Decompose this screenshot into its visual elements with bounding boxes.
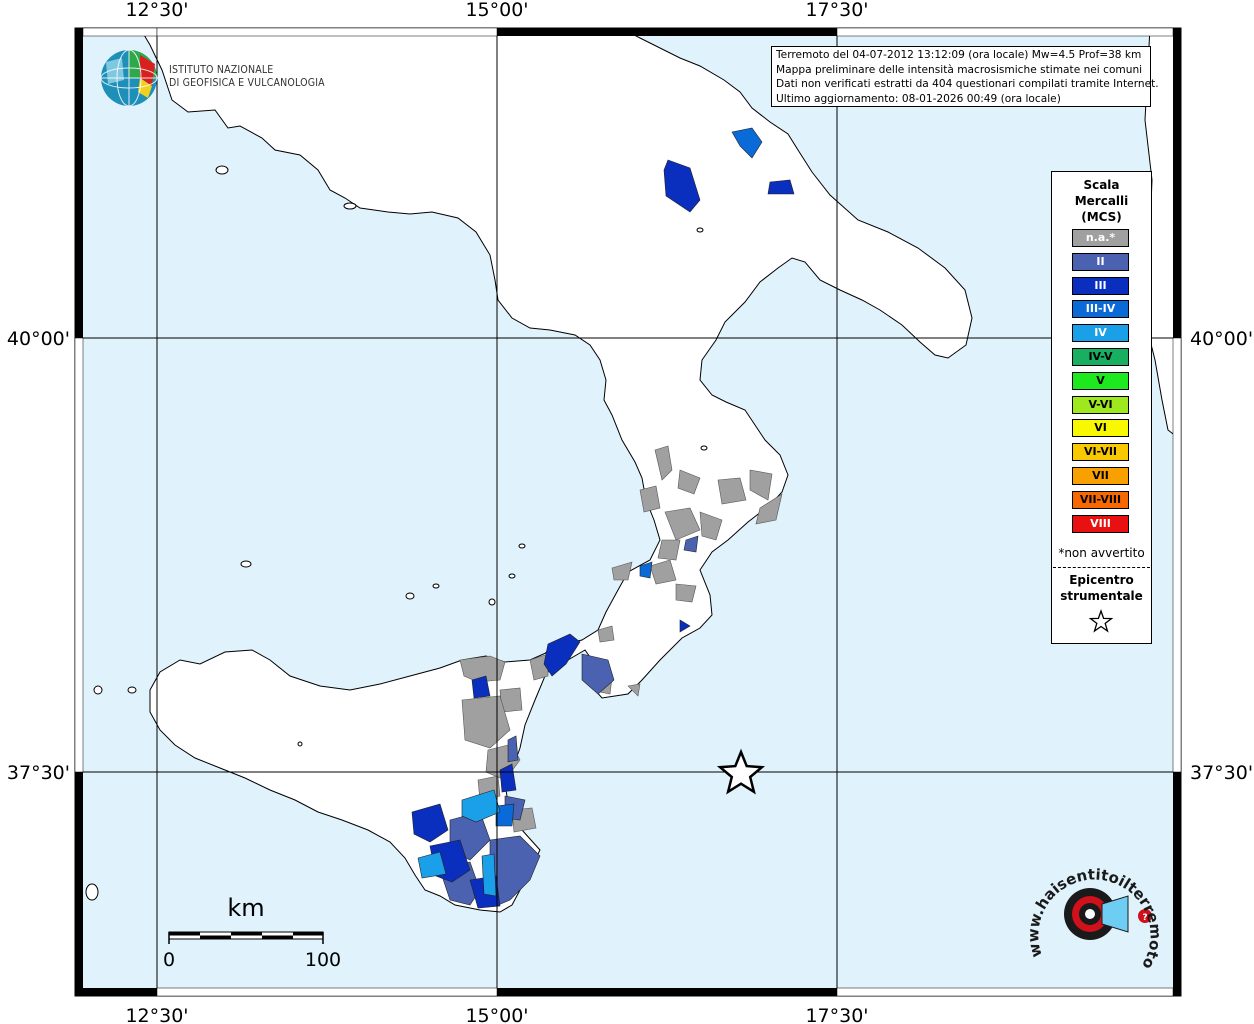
info-line4: Ultimo aggiornamento: 08-01-2026 00:49 (…	[776, 92, 1061, 105]
legend-title: Scala Mercalli (MCS)	[1052, 177, 1151, 225]
legend-epicenter-line1: Epicentro	[1069, 573, 1134, 587]
ingv-logo-line2: DI GEOFISICA E VULCANOLOGIA	[169, 76, 325, 89]
legend-item: n.a.*	[1072, 229, 1129, 247]
legend-item: VI	[1072, 419, 1129, 438]
info-line3: Dati non verificati estratti da 404 ques…	[776, 78, 1159, 90]
scale-end-label: 100	[305, 949, 341, 971]
lon-label-top-3: 17°30'	[805, 0, 868, 21]
mcs-legend: Scala Mercalli (MCS) n.a.* II III III-IV IV I…	[1051, 171, 1152, 644]
lat-label-right-2: 37°30'	[1190, 762, 1253, 784]
legend-item: IV-V	[1072, 347, 1129, 366]
legend-title-line3: (MCS)	[1081, 210, 1122, 224]
legend-epicenter-label: Epicentro strumentale	[1052, 572, 1151, 604]
legend-item: III	[1072, 276, 1129, 295]
legend-note: *non avvertito	[1058, 546, 1145, 560]
scale-start-label: 0	[163, 949, 175, 971]
legend-item: VIII	[1072, 514, 1129, 533]
lat-label-right-1: 40°00'	[1190, 328, 1253, 350]
legend-item: II	[1072, 252, 1129, 271]
lat-label-left-2: 37°30'	[7, 762, 70, 784]
lon-label-bottom-2: 15°00'	[465, 1005, 528, 1024]
legend-star-icon	[1088, 609, 1114, 633]
ingv-logo-text: ISTITUTO NAZIONALE DI GEOFISICA E VULCAN…	[169, 63, 325, 89]
info-line1: Terremoto del 04-07-2012 13:12:09 (ora l…	[776, 49, 1142, 61]
legend-item: III-IV	[1072, 300, 1129, 319]
legend-item: VI-VII	[1072, 443, 1129, 462]
lat-label-left-1: 40°00'	[7, 328, 70, 350]
lon-label-bottom-1: 12°30'	[125, 1005, 188, 1024]
lon-label-bottom-3: 17°30'	[805, 1005, 868, 1024]
legend-title-line1: Scala	[1083, 178, 1120, 192]
ingv-globe-icon	[100, 49, 158, 107]
ingv-logo-line1: ISTITUTO NAZIONALE	[169, 63, 274, 76]
legend-item: V	[1072, 371, 1129, 390]
legend-item: VII	[1072, 466, 1129, 485]
legend-epicenter-line2: strumentale	[1060, 589, 1143, 603]
info-line2: Mappa preliminare delle intensità macros…	[776, 63, 1143, 76]
lon-label-top-1: 12°30'	[125, 0, 188, 21]
legend-separator	[1053, 567, 1150, 568]
legend-item: V-VI	[1072, 395, 1129, 414]
earthquake-info-box: Terremoto del 04-07-2012 13:12:09 (ora l…	[771, 46, 1159, 107]
legend-items: n.a.* II III III-IV IV IV-V V V-VI VI VI-VII VII VI…	[1072, 229, 1129, 538]
legend-item: IV	[1072, 324, 1129, 343]
legend-title-line2: Mercalli	[1074, 194, 1129, 208]
scale-unit-label: km	[227, 894, 264, 922]
legend-item: VII-VIII	[1072, 490, 1129, 509]
lon-label-top-2: 15°00'	[465, 0, 528, 21]
